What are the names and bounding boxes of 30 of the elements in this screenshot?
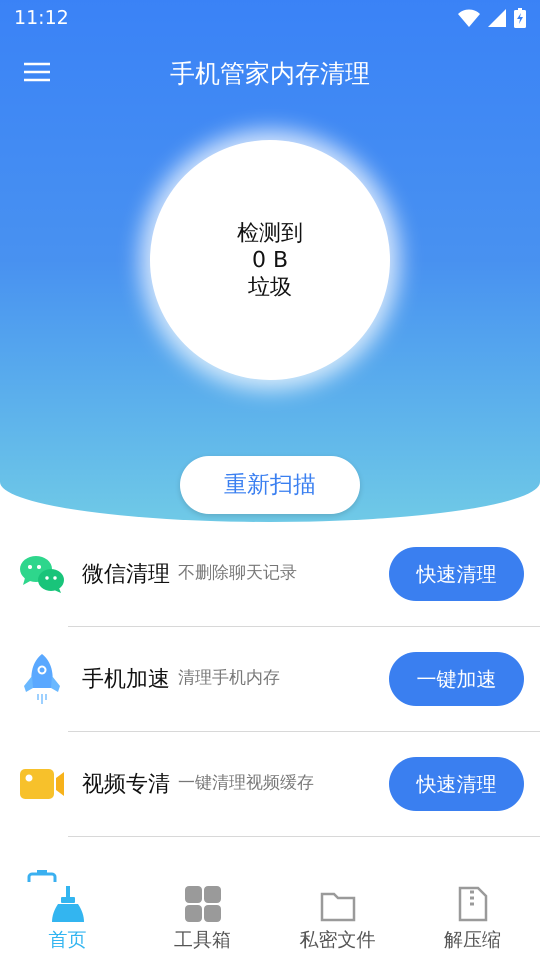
menu-button[interactable]	[24, 62, 50, 82]
junk-label: 垃圾	[248, 274, 292, 300]
rocket-icon	[22, 652, 62, 706]
nav-tab[interactable]: 工具箱	[135, 882, 270, 960]
feature-action-button[interactable]: 快速清理	[389, 757, 524, 811]
wifi-icon	[458, 9, 480, 27]
feature-action-button[interactable]: 一键加速	[389, 652, 524, 706]
status-time: 11:12	[14, 6, 69, 31]
broom-icon	[50, 886, 86, 922]
app-title: 手机管家内存清理	[170, 58, 370, 90]
feature-action-button[interactable]: 快速清理	[389, 547, 524, 601]
feature-description: 清理手机内存	[178, 667, 280, 690]
feature-title: 视频专清	[82, 770, 170, 798]
battery-charging-icon	[514, 8, 526, 28]
junk-size: 0 B	[252, 246, 288, 274]
feature-description: 一键清理视频缓存	[178, 772, 314, 796]
zip-file-icon	[458, 886, 488, 922]
rescan-button[interactable]: 重新扫描	[180, 456, 360, 514]
feature-title: 手机加速	[82, 666, 170, 694]
video-camera-icon	[20, 768, 64, 800]
menu-icon	[24, 62, 50, 82]
feature-description: 不删除聊天记录	[178, 562, 297, 586]
grid-icon	[184, 886, 220, 922]
detected-label: 检测到	[237, 220, 303, 246]
chat-bubbles-icon	[19, 554, 65, 594]
feature-title: 微信清理	[82, 560, 170, 588]
nav-tab[interactable]: 解压缩	[405, 882, 540, 960]
nav-tab[interactable]: 首页	[0, 882, 135, 960]
nav-tab[interactable]: 私密文件	[270, 882, 405, 960]
signal-icon	[488, 9, 506, 27]
